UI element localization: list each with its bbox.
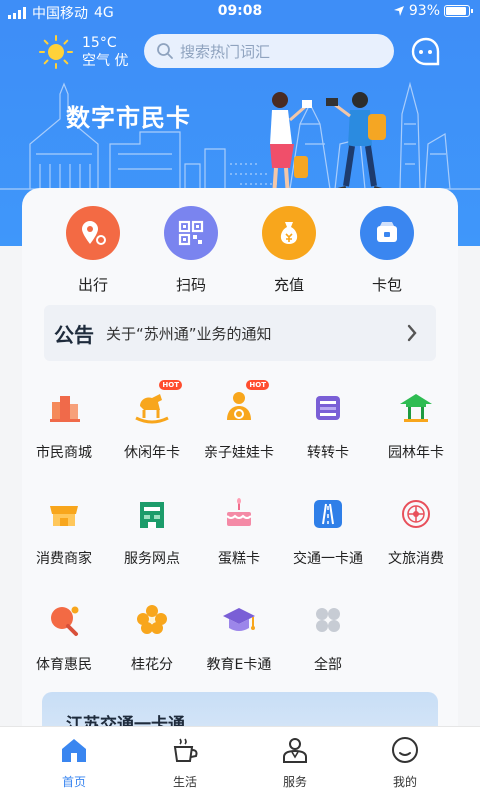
money-bag-icon xyxy=(262,206,316,260)
graduation-cap-icon xyxy=(219,600,259,640)
search-placeholder: 搜索热门词汇 xyxy=(180,42,271,61)
service-culture-tourism[interactable]: 文旅消费 xyxy=(373,494,459,568)
quick-actions: 出行 扫码 充值 卡包 xyxy=(22,188,458,298)
storefront-icon xyxy=(44,494,84,534)
service-label: 园林年卡 xyxy=(388,445,444,461)
quick-action-scan[interactable]: 扫码 xyxy=(146,206,236,295)
announcement-message: 关于“苏州通”业务的通知 xyxy=(106,324,272,343)
service-label: 服务网点 xyxy=(124,551,180,567)
service-osmanthus-points[interactable]: 桂花分 xyxy=(109,600,195,674)
cake-icon xyxy=(219,494,259,534)
air-quality: 空气 优 xyxy=(82,53,129,69)
ping-pong-icon xyxy=(44,600,84,640)
quick-action-label: 充值 xyxy=(273,276,304,294)
search-input[interactable]: 搜索热门词汇 xyxy=(144,34,394,68)
battery-fill xyxy=(446,7,467,15)
service-citizen-mall[interactable]: 市民商城 xyxy=(21,388,107,462)
home-icon xyxy=(62,739,86,762)
service-parent-child-card[interactable]: HOT 亲子娃娃卡 xyxy=(196,380,282,462)
service-label: 蛋糕卡 xyxy=(218,551,260,567)
mall-building-icon xyxy=(44,388,84,428)
bottom-tab-bar: 首页 生活 服务 我的 xyxy=(0,726,480,801)
service-label: 消费商家 xyxy=(36,551,92,567)
tab-label: 我的 xyxy=(392,775,417,789)
location-pin-icon xyxy=(66,206,120,260)
temperature: 15°C xyxy=(82,35,117,51)
service-education-card[interactable]: 教育E卡通 xyxy=(196,600,282,674)
transfer-card-icon xyxy=(308,388,348,428)
quick-action-recharge[interactable]: 充值 xyxy=(244,206,334,295)
service-label: 全部 xyxy=(314,657,342,673)
qr-code-icon xyxy=(164,206,218,260)
parent-child-icon: HOT xyxy=(219,380,269,428)
quick-action-travel[interactable]: 出行 xyxy=(48,206,138,295)
battery-icon xyxy=(444,5,473,17)
sun-icon xyxy=(39,35,73,69)
osmanthus-flower-icon xyxy=(132,600,172,640)
card-wallet-icon xyxy=(360,206,414,260)
service-label: 桂花分 xyxy=(131,657,173,673)
service-label: 市民商城 xyxy=(36,445,92,461)
banner-title: 数字市民卡 xyxy=(66,104,191,132)
announcement-bar[interactable]: 公告 关于“苏州通”业务的通知 xyxy=(44,305,436,361)
service-transit-card[interactable]: 交通一卡通 xyxy=(285,494,371,568)
tab-label: 首页 xyxy=(61,775,86,789)
rocking-horse-icon: HOT xyxy=(132,380,182,428)
battery-percent: 93% xyxy=(408,3,440,19)
culture-tourism-icon xyxy=(396,494,436,534)
service-garden-card[interactable]: 园林年卡 xyxy=(373,388,459,462)
tab-label: 生活 xyxy=(172,775,197,789)
service-label: 转转卡 xyxy=(307,445,349,461)
service-label: 亲子娃娃卡 xyxy=(204,445,274,461)
pavilion-icon xyxy=(396,388,436,428)
tab-home[interactable]: 首页 xyxy=(34,735,114,790)
quick-action-label: 出行 xyxy=(77,276,108,294)
all-grid-icon xyxy=(308,600,348,640)
coffee-cup-icon xyxy=(173,738,198,762)
service-outlet-icon xyxy=(132,494,172,534)
announcement-tag: 公告 xyxy=(54,322,94,347)
tab-mine[interactable]: 我的 xyxy=(365,735,445,790)
service-leisure-card[interactable]: HOT 休闲年卡 xyxy=(109,380,195,462)
service-merchants[interactable]: 消费商家 xyxy=(21,494,107,568)
service-outlets[interactable]: 服务网点 xyxy=(109,494,195,568)
service-label: 体育惠民 xyxy=(36,657,92,673)
weather-widget[interactable]: 15°C 空气 优 xyxy=(38,34,128,70)
service-label: 交通一卡通 xyxy=(293,551,363,567)
status-bar: 中国移动 4G 09:08 93% xyxy=(0,0,480,24)
service-sports[interactable]: 体育惠民 xyxy=(21,600,107,674)
chevron-right-icon xyxy=(407,324,417,342)
service-label: 教育E卡通 xyxy=(206,657,272,673)
search-icon xyxy=(157,43,173,59)
tab-life[interactable]: 生活 xyxy=(145,735,225,790)
tab-service[interactable]: 服务 xyxy=(255,735,335,790)
service-person-icon xyxy=(283,738,307,763)
road-icon xyxy=(308,494,348,534)
quick-action-label: 扫码 xyxy=(175,276,206,294)
service-all[interactable]: 全部 xyxy=(285,600,371,674)
location-arrow-icon xyxy=(393,6,404,16)
hot-badge: HOT xyxy=(159,380,182,390)
service-label: 文旅消费 xyxy=(388,551,444,567)
profile-face-icon xyxy=(392,737,418,763)
quick-action-label: 卡包 xyxy=(371,276,402,294)
hot-badge: HOT xyxy=(246,380,269,390)
service-cake-card[interactable]: 蛋糕卡 xyxy=(196,494,282,568)
message-icon[interactable] xyxy=(410,36,442,68)
service-transfer-card[interactable]: 转转卡 xyxy=(285,388,371,462)
tab-label: 服务 xyxy=(282,775,307,789)
quick-action-card-wallet[interactable]: 卡包 xyxy=(342,206,432,295)
service-label: 休闲年卡 xyxy=(124,445,180,461)
